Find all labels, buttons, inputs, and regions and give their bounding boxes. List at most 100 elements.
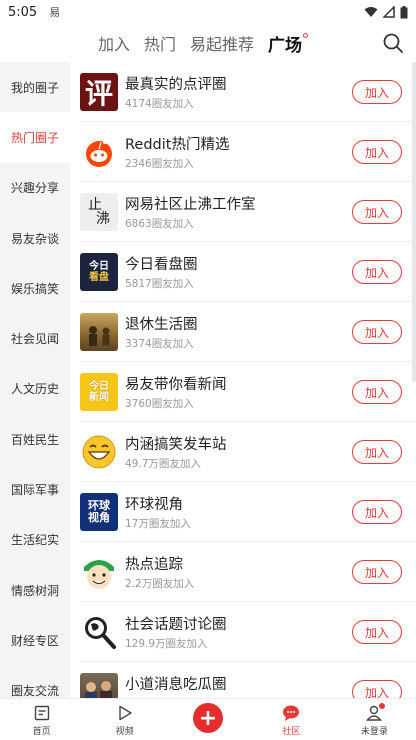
join-button[interactable]: 加入 <box>352 80 402 104</box>
sidebar-item-military[interactable]: 国际军事 <box>0 464 70 514</box>
circle-title: 热点追踪 <box>125 557 183 573</box>
nav-video-label: 视频 <box>115 727 134 737</box>
sidebar-item-hot-circles[interactable]: 热门圈子 <box>0 112 70 163</box>
list-item[interactable]: 热点追踪 2.2万圈友加入 加入 <box>70 542 416 602</box>
sidebar-item-society[interactable]: 社会见闻 <box>0 313 70 363</box>
circle-title: 环球视角 <box>125 497 183 513</box>
battery-icon <box>400 5 408 18</box>
circle-members: 2.2万圈友加入 <box>125 578 195 590</box>
list-item[interactable]: Reddit热门精选 2346圈友加入 加入 <box>70 122 416 182</box>
circle-title: 退休生活圈 <box>125 317 198 333</box>
xinwen-line-2: 新闻 <box>89 392 109 403</box>
kanpan-line-2: 看盘 <box>89 272 109 283</box>
play-icon <box>119 705 132 721</box>
sidebar-item-interests[interactable]: 兴趣分享 <box>0 163 70 213</box>
circle-title: 易友带你看新闻 <box>125 377 227 393</box>
nav-profile[interactable]: 未登录 <box>333 699 416 740</box>
nav-community[interactable]: 社区 <box>250 699 333 740</box>
status-time: 5:05 <box>8 4 38 20</box>
magnifier-globe-icon <box>80 613 118 651</box>
sidebar-item-chat[interactable]: 易友杂谈 <box>0 213 70 263</box>
tab-hot[interactable]: 热门 <box>144 31 176 55</box>
circle-title: Reddit热门精选 <box>125 137 230 153</box>
app-notification-glyph: 易 <box>49 6 61 19</box>
join-button[interactable]: 加入 <box>352 500 402 524</box>
list-item[interactable]: 今日 看盘 今日看盘圈 5817圈友加入 加入 <box>70 242 416 302</box>
circle-members: 3760圈友加入 <box>125 398 194 410</box>
ping-logo-text: 评 <box>84 77 113 110</box>
join-button[interactable]: 加入 <box>352 200 402 224</box>
circle-title: 最真实的点评圈 <box>125 77 227 93</box>
sidebar-item-life[interactable]: 生活纪实 <box>0 515 70 565</box>
search-icon[interactable] <box>382 32 404 54</box>
category-sidebar: 我的圈子 热门圈子 兴趣分享 易友杂谈 娱乐搞笑 社会见闻 人文历史 百姓民生 … <box>0 62 70 700</box>
join-button[interactable]: 加入 <box>352 680 402 700</box>
list-item[interactable]: 社会话题讨论圈 129.9万圈友加入 加入 <box>70 602 416 662</box>
jinri-xinwen-icon: 今日 新闻 <box>80 373 118 411</box>
tab-square[interactable]: 广场 <box>268 31 309 56</box>
join-button[interactable]: 加入 <box>352 440 402 464</box>
laughing-emoji-icon <box>80 433 118 471</box>
list-item[interactable]: 环球 视角 环球视角 17万圈友加入 加入 <box>70 482 416 542</box>
list-item[interactable]: 止 沸 网易社区止沸工作室 6863圈友加入 加入 <box>70 182 416 242</box>
nav-community-label: 社区 <box>282 727 301 737</box>
community-bubble-icon <box>283 705 300 721</box>
join-button[interactable]: 加入 <box>352 320 402 344</box>
circle-title: 今日看盘圈 <box>125 257 198 273</box>
list-item[interactable]: 评 最真实的点评圈 4174圈友加入 加入 <box>70 62 416 122</box>
ping-logo-icon: 评 <box>80 73 118 111</box>
reddit-logo-icon <box>80 133 118 171</box>
circle-title: 社会话题讨论圈 <box>125 617 227 633</box>
wifi-icon <box>364 7 378 17</box>
tab-join[interactable]: 加入 <box>98 31 130 55</box>
sidebar-item-emotion[interactable]: 情感树洞 <box>0 565 70 615</box>
sidebar-item-finance[interactable]: 财经专区 <box>0 615 70 665</box>
huanqiu-shijiao-icon: 环球 视角 <box>80 493 118 531</box>
list-scrollbar[interactable] <box>412 62 416 382</box>
join-button[interactable]: 加入 <box>352 380 402 404</box>
nav-home[interactable]: 首页 <box>0 699 83 740</box>
xinwen-line-1: 今日 <box>89 381 109 392</box>
top-tab-bar: 加入 热门 易起推荐 广场 <box>0 24 416 62</box>
huanqiu-line-2: 视角 <box>88 511 110 524</box>
circle-members: 129.9万圈友加入 <box>125 638 208 650</box>
profile-badge-dot <box>379 703 386 709</box>
notification-dot <box>303 32 309 38</box>
circle-members: 5817圈友加入 <box>125 278 194 290</box>
bottom-navigation: 首页 视频 + 社区 未登录 <box>0 698 416 740</box>
join-button[interactable]: 加入 <box>352 140 402 164</box>
join-button[interactable]: 加入 <box>352 560 402 584</box>
join-button[interactable]: 加入 <box>352 620 402 644</box>
tab-square-label: 广场 <box>268 35 303 56</box>
circle-members: 2346圈友加入 <box>125 158 194 170</box>
list-item[interactable]: 退休生活圈 3374圈友加入 加入 <box>70 302 416 362</box>
circle-members: 49.7万圈友加入 <box>125 458 201 470</box>
tab-recommend[interactable]: 易起推荐 <box>190 31 254 55</box>
zhifei-char-2: 沸 <box>96 211 110 227</box>
retirement-photo-icon <box>80 313 118 351</box>
join-button[interactable]: 加入 <box>352 260 402 284</box>
crowd-photo-icon <box>80 673 118 700</box>
nav-video[interactable]: 视频 <box>83 699 166 740</box>
sidebar-item-exchange[interactable]: 圈友交流 <box>0 666 70 700</box>
sidebar-item-history[interactable]: 人文历史 <box>0 364 70 414</box>
jinri-kanpan-icon: 今日 看盘 <box>80 253 118 291</box>
sidebar-item-entertainment[interactable]: 娱乐搞笑 <box>0 263 70 313</box>
circle-title: 内涵搞笑发车站 <box>125 437 227 453</box>
plus-icon[interactable]: + <box>193 703 223 733</box>
zhifei-char-1: 止 <box>88 197 102 213</box>
circle-title: 网易社区止沸工作室 <box>125 197 256 213</box>
zhifei-calligraphy-icon: 止 沸 <box>80 193 118 231</box>
nav-publish[interactable]: + <box>166 699 249 740</box>
circle-members: 4174圈友加入 <box>125 98 194 110</box>
kanpan-line-1: 今日 <box>89 261 109 272</box>
cartoon-face-icon <box>80 553 118 591</box>
list-item[interactable]: 内涵搞笑发车站 49.7万圈友加入 加入 <box>70 422 416 482</box>
list-item[interactable]: 今日 新闻 易友带你看新闻 3760圈友加入 加入 <box>70 362 416 422</box>
status-bar: 5:05 易 <box>0 0 416 24</box>
list-item[interactable]: 小道消息吃瓜圈 加入 <box>70 662 416 700</box>
sidebar-item-my-circles[interactable]: 我的圈子 <box>0 62 70 112</box>
sidebar-item-livelihood[interactable]: 百姓民生 <box>0 414 70 464</box>
circle-members: 6863圈友加入 <box>125 218 194 230</box>
circle-members: 3374圈友加入 <box>125 338 194 350</box>
